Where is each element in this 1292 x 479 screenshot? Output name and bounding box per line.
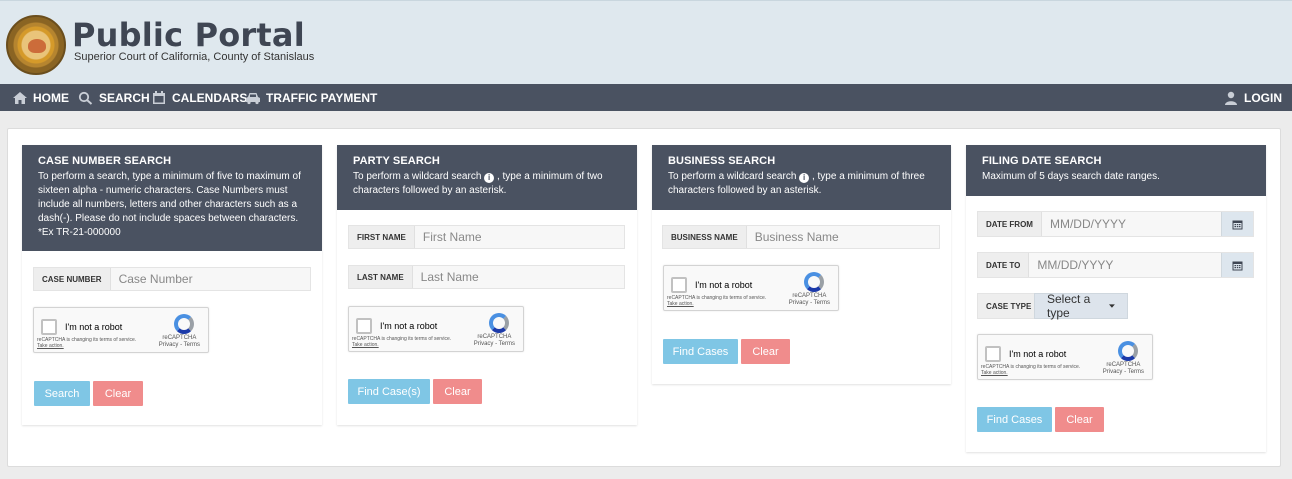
case-number-search-description: To perform a search, type a minimum of f… bbox=[38, 171, 301, 224]
user-icon bbox=[1223, 91, 1239, 105]
party-search-header: PARTY SEARCH To perform a wildcard searc… bbox=[337, 145, 637, 210]
party-search-card: PARTY SEARCH To perform a wildcard searc… bbox=[337, 145, 637, 425]
business-search-card: BUSINESS SEARCH To perform a wildcard se… bbox=[652, 145, 951, 384]
business-name-input[interactable] bbox=[746, 226, 939, 248]
filing-date-find-cases-button[interactable]: Find Cases bbox=[977, 407, 1052, 432]
case-number-label: CASE NUMBER bbox=[34, 268, 111, 290]
date-to-label: DATE TO bbox=[978, 253, 1030, 277]
date-from-label: DATE FROM bbox=[978, 212, 1042, 236]
recaptcha-logo-icon bbox=[1118, 341, 1138, 361]
search-icon bbox=[78, 91, 94, 105]
recaptcha-notice: reCAPTCHA is changing its terms of servi… bbox=[37, 337, 137, 349]
business-search-description: To perform a wildcard search i , type a … bbox=[668, 171, 925, 196]
recaptcha-brand: reCAPTCHA Privacy - Terms bbox=[788, 293, 830, 306]
calendar-icon bbox=[1232, 261, 1243, 270]
recaptcha-checkbox[interactable] bbox=[356, 318, 372, 334]
first-name-field: FIRST NAME bbox=[348, 225, 625, 249]
business-search-title: BUSINESS SEARCH bbox=[668, 155, 776, 167]
business-clear-button[interactable]: Clear bbox=[741, 339, 790, 364]
date-from-field: DATE FROM bbox=[977, 211, 1254, 237]
recaptcha-checkbox[interactable] bbox=[985, 346, 1001, 362]
business-name-label: BUSINESS NAME bbox=[663, 226, 747, 248]
calendar-icon bbox=[1232, 220, 1243, 229]
date-to-input[interactable] bbox=[1029, 253, 1221, 277]
recaptcha-label: I'm not a robot bbox=[65, 322, 123, 332]
case-type-select[interactable]: Select a type bbox=[1034, 292, 1128, 320]
recaptcha-label: I'm not a robot bbox=[695, 280, 753, 290]
case-number-search-button[interactable]: Search bbox=[34, 381, 90, 406]
take-action-link[interactable]: Take action. bbox=[352, 342, 379, 348]
date-to-calendar-button[interactable] bbox=[1221, 253, 1253, 277]
party-clear-button[interactable]: Clear bbox=[433, 379, 482, 404]
date-from-calendar-button[interactable] bbox=[1221, 212, 1253, 236]
case-number-example: *Ex TR-21-000000 bbox=[38, 227, 121, 238]
case-type-label: CASE TYPE bbox=[978, 294, 1040, 318]
filing-date-search-header: FILING DATE SEARCH Maximum of 5 days sea… bbox=[966, 145, 1266, 196]
recaptcha-widget: I'm not a robot reCAPTCHA Privacy - Terms… bbox=[977, 334, 1153, 380]
business-name-field: BUSINESS NAME bbox=[662, 225, 940, 249]
recaptcha-brand: reCAPTCHA Privacy - Terms bbox=[158, 335, 200, 348]
recaptcha-brand: reCAPTCHA Privacy - Terms bbox=[473, 334, 515, 347]
recaptcha-label: I'm not a robot bbox=[1009, 349, 1067, 359]
home-icon bbox=[12, 91, 28, 105]
main-nav: HOME SEARCH CALENDARS TRAFFIC PAYMENT LO… bbox=[0, 84, 1292, 111]
case-type-label-box: CASE TYPE bbox=[977, 293, 1040, 319]
date-from-input[interactable] bbox=[1041, 212, 1221, 236]
recaptcha-logo-icon bbox=[174, 314, 194, 334]
recaptcha-widget: I'm not a robot reCAPTCHA Privacy - Terms… bbox=[348, 306, 524, 352]
last-name-input[interactable] bbox=[412, 266, 624, 288]
recaptcha-notice: reCAPTCHA is changing its terms of servi… bbox=[667, 295, 767, 307]
filing-date-search-title: FILING DATE SEARCH bbox=[982, 155, 1102, 167]
take-action-link[interactable]: Take action. bbox=[667, 301, 694, 307]
party-search-title: PARTY SEARCH bbox=[353, 155, 440, 167]
court-subtitle: Superior Court of California, County of … bbox=[74, 51, 315, 63]
recaptcha-notice: reCAPTCHA is changing its terms of servi… bbox=[981, 364, 1081, 376]
filing-date-clear-button[interactable]: Clear bbox=[1055, 407, 1104, 432]
case-number-search-title: CASE NUMBER SEARCH bbox=[38, 155, 172, 167]
recaptcha-logo-icon bbox=[489, 313, 509, 333]
nav-search[interactable]: SEARCH bbox=[78, 84, 150, 111]
car-icon bbox=[245, 91, 261, 105]
nav-login[interactable]: LOGIN bbox=[1223, 84, 1282, 111]
nav-home[interactable]: HOME bbox=[12, 84, 69, 111]
party-search-description: To perform a wildcard search i , type a … bbox=[353, 171, 603, 196]
case-number-search-card: CASE NUMBER SEARCH To perform a search, … bbox=[22, 145, 322, 425]
case-number-field: CASE NUMBER bbox=[33, 267, 311, 291]
last-name-field: LAST NAME bbox=[348, 265, 625, 289]
nav-traffic-payment[interactable]: TRAFFIC PAYMENT bbox=[245, 84, 377, 111]
nav-calendars[interactable]: CALENDARS bbox=[151, 84, 247, 111]
filing-date-search-card: FILING DATE SEARCH Maximum of 5 days sea… bbox=[966, 145, 1266, 452]
info-icon[interactable]: i bbox=[484, 173, 495, 183]
info-icon[interactable]: i bbox=[799, 173, 810, 183]
caret-down-icon bbox=[1109, 303, 1115, 308]
recaptcha-checkbox[interactable] bbox=[41, 319, 57, 335]
business-search-header: BUSINESS SEARCH To perform a wildcard se… bbox=[652, 145, 951, 210]
recaptcha-widget: I'm not a robot reCAPTCHA Privacy - Terms… bbox=[33, 307, 209, 353]
take-action-link[interactable]: Take action. bbox=[981, 370, 1008, 376]
case-number-clear-button[interactable]: Clear bbox=[93, 381, 143, 406]
case-type-selected: Select a type bbox=[1047, 292, 1091, 320]
take-action-link[interactable]: Take action. bbox=[37, 343, 64, 349]
site-header: Public Portal Superior Court of Californ… bbox=[0, 0, 1292, 84]
court-seal-logo bbox=[6, 15, 66, 75]
calendar-icon bbox=[151, 90, 167, 105]
recaptcha-logo-icon bbox=[804, 272, 824, 292]
last-name-label: LAST NAME bbox=[349, 266, 413, 288]
recaptcha-widget: I'm not a robot reCAPTCHA Privacy - Terms… bbox=[663, 265, 839, 311]
case-number-search-header: CASE NUMBER SEARCH To perform a search, … bbox=[22, 145, 322, 251]
recaptcha-label: I'm not a robot bbox=[380, 321, 438, 331]
recaptcha-brand: reCAPTCHA Privacy - Terms bbox=[1102, 362, 1144, 375]
first-name-input[interactable] bbox=[414, 226, 624, 248]
case-number-input[interactable] bbox=[110, 268, 310, 290]
filing-date-search-description: Maximum of 5 days search date ranges. bbox=[982, 171, 1160, 182]
portal-title: Public Portal bbox=[72, 16, 305, 54]
recaptcha-checkbox[interactable] bbox=[671, 277, 687, 293]
date-to-field: DATE TO bbox=[977, 252, 1254, 278]
party-find-cases-button[interactable]: Find Case(s) bbox=[348, 379, 430, 404]
first-name-label: FIRST NAME bbox=[349, 226, 415, 248]
recaptcha-notice: reCAPTCHA is changing its terms of servi… bbox=[352, 336, 452, 348]
business-find-cases-button[interactable]: Find Cases bbox=[663, 339, 738, 364]
